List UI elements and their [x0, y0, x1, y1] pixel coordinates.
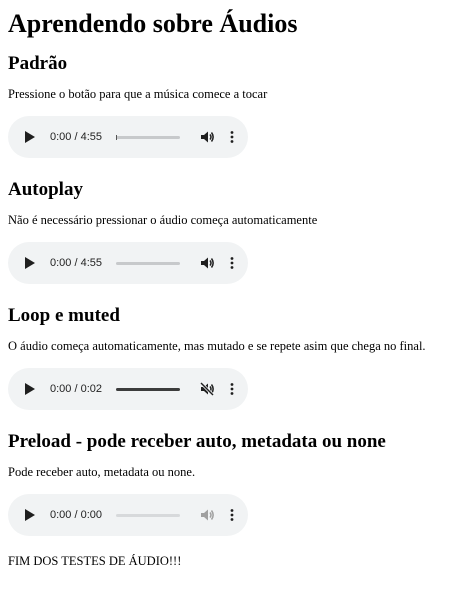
- section-heading: Autoplay: [8, 179, 83, 200]
- section-description: Pode receber auto, metadata ou none.: [8, 465, 196, 479]
- play-icon[interactable]: [22, 381, 38, 397]
- audio-player: 0:00 / 4:55: [8, 242, 248, 284]
- audio-player: 0:00 / 4:55: [8, 116, 248, 158]
- section-heading: Preload - pode receber auto, metadata ou…: [8, 431, 386, 452]
- section-autoplay: Autoplay Não é necessário pressionar o á…: [8, 178, 447, 284]
- time-display: 0:00 / 0:00: [50, 509, 102, 521]
- volume-icon[interactable]: [199, 507, 215, 523]
- seek-slider[interactable]: [116, 134, 180, 140]
- volume-icon[interactable]: [199, 255, 215, 271]
- seek-slider[interactable]: [116, 261, 180, 265]
- more-vert-icon[interactable]: [227, 507, 237, 523]
- time-display: 0:00 / 0:02: [50, 383, 102, 395]
- section-heading: Padrão: [8, 53, 68, 74]
- page: Aprendendo sobre Áudios Padrão Pressione…: [0, 8, 455, 569]
- time-display: 0:00 / 4:55: [50, 257, 102, 269]
- more-vert-icon[interactable]: [227, 129, 237, 145]
- audio-player: 0:00 / 0:02: [8, 368, 248, 410]
- play-icon[interactable]: [22, 255, 38, 271]
- seek-slider[interactable]: [116, 513, 180, 517]
- play-icon[interactable]: [22, 129, 38, 145]
- audio-player: 0:00 / 0:00: [8, 494, 248, 536]
- section-loop-muted: Loop e muted O áudio começa automaticame…: [8, 304, 447, 410]
- seek-slider[interactable]: [116, 387, 180, 391]
- play-icon[interactable]: [22, 507, 38, 523]
- more-vert-icon[interactable]: [227, 255, 237, 271]
- volume-muted-icon[interactable]: [199, 381, 215, 397]
- section-heading: Loop e muted: [8, 305, 120, 326]
- section-description: Pressione o botão para que a música come…: [8, 87, 268, 101]
- section-description: O áudio começa automaticamente, mas muta…: [8, 339, 426, 353]
- more-vert-icon[interactable]: [227, 381, 237, 397]
- section-preload: Preload - pode receber auto, metadata ou…: [8, 430, 447, 536]
- footer-text: FIM DOS TESTES DE ÁUDIO!!!: [8, 554, 182, 568]
- page-title: Aprendendo sobre Áudios: [8, 9, 298, 38]
- section-padrao: Padrão Pressione o botão para que a músi…: [8, 52, 447, 158]
- time-display: 0:00 / 4:55: [50, 131, 102, 143]
- volume-icon[interactable]: [199, 129, 215, 145]
- section-description: Não é necessário pressionar o áudio come…: [8, 213, 318, 227]
